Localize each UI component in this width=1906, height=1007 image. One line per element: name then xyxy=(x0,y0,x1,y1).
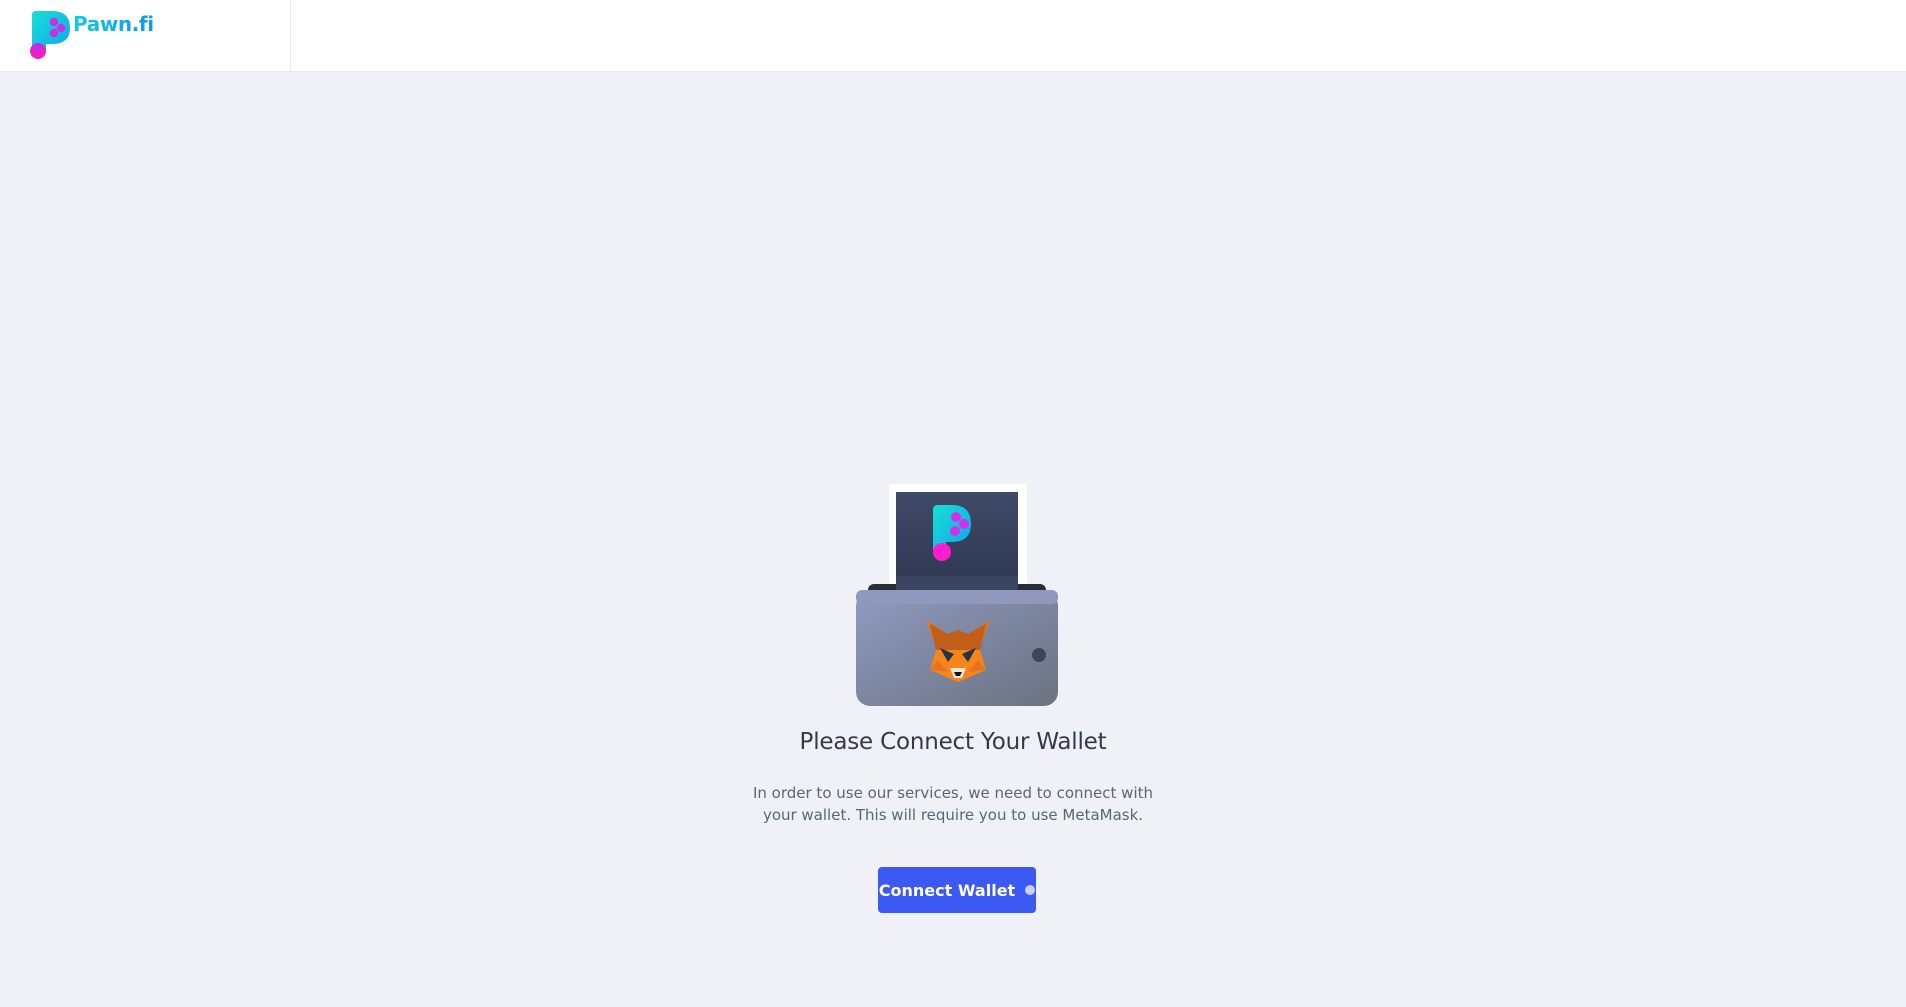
page-title: Please Connect Your Wallet xyxy=(799,729,1107,755)
connect-wallet-label: Connect Wallet xyxy=(878,880,1016,900)
wallet-metamask-illustration xyxy=(856,484,1058,706)
top-bar: Pawn.fi xyxy=(0,0,1906,72)
connect-description: In order to use our services, we need to… xyxy=(752,784,1154,824)
brand-name: Pawn.fi xyxy=(73,12,154,36)
pawnfi-logo-icon xyxy=(30,11,70,59)
connect-wallet-button[interactable]: Connect Wallet xyxy=(878,867,1036,913)
brand[interactable]: Pawn.fi xyxy=(0,0,291,72)
loading-dot-icon xyxy=(1025,885,1036,895)
